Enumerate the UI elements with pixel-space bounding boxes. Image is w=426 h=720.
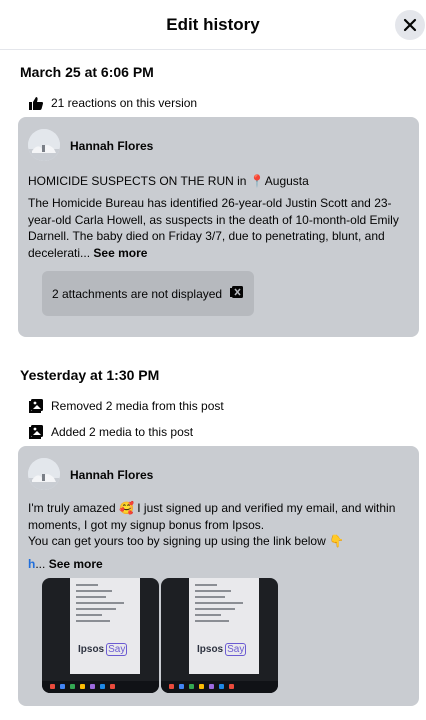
close-button[interactable] bbox=[395, 10, 425, 40]
reactions-row: 21 reactions on this version bbox=[28, 95, 197, 111]
post-link-row: h... See more bbox=[28, 556, 409, 573]
taskbar bbox=[161, 681, 278, 693]
see-more-link[interactable]: See more bbox=[49, 557, 103, 571]
post-body-line: I'm truly amazed 🥰 I just signed up and … bbox=[28, 501, 396, 532]
media-icon bbox=[28, 424, 44, 440]
avatar[interactable] bbox=[28, 458, 60, 490]
version-date: Yesterday at 1:30 PM bbox=[20, 367, 160, 383]
author-name[interactable]: Hannah Flores bbox=[70, 468, 153, 482]
author-name[interactable]: Hannah Flores bbox=[70, 139, 153, 153]
event-text: Added 2 media to this post bbox=[51, 425, 194, 439]
ellipsis: ... bbox=[35, 557, 46, 571]
ipsos-logo: Ipsos Say bbox=[78, 643, 128, 656]
dialog-header: Edit history bbox=[0, 0, 426, 50]
thumbs-up-icon bbox=[28, 95, 44, 111]
close-icon bbox=[403, 18, 417, 32]
taskbar bbox=[42, 681, 159, 693]
attachments-notice: 2 attachments are not displayed bbox=[42, 271, 254, 316]
post-headline: HOMICIDE SUSPECTS ON THE RUN in 📍Augusta bbox=[28, 173, 409, 190]
version-date: March 25 at 6:06 PM bbox=[20, 64, 154, 80]
headline-text: HOMICIDE SUSPECTS ON THE RUN in bbox=[28, 174, 247, 188]
post-body-line: You can get yours too by signing up usin… bbox=[28, 534, 345, 548]
post-card: Hannah Flores I'm truly amazed 🥰 I just … bbox=[18, 446, 419, 706]
dialog-title: Edit history bbox=[166, 15, 260, 34]
avatar[interactable] bbox=[28, 129, 60, 161]
reactions-text: 21 reactions on this version bbox=[51, 96, 198, 110]
attachments-text: 2 attachments are not displayed bbox=[52, 286, 223, 301]
headline-place: Augusta bbox=[264, 174, 309, 188]
document-photo bbox=[189, 578, 259, 674]
post-body: I'm truly amazed 🥰 I just signed up and … bbox=[28, 500, 409, 550]
media-icon bbox=[28, 398, 44, 414]
post-card: Hannah Flores HOMICIDE SUSPECTS ON THE R… bbox=[18, 117, 419, 337]
event-row: Added 2 media to this post bbox=[28, 424, 193, 440]
event-row: Removed 2 media from this post bbox=[28, 398, 224, 414]
hidden-media-icon bbox=[230, 285, 244, 299]
post-body-text: The Homicide Bureau has identified 26-ye… bbox=[28, 196, 399, 260]
location-pin-icon: 📍 bbox=[249, 174, 265, 188]
media-thumbnail[interactable]: Ipsos Say bbox=[161, 578, 278, 693]
see-more-link[interactable]: See more bbox=[93, 246, 147, 260]
media-thumbnail[interactable]: Ipsos Say bbox=[42, 578, 159, 693]
event-text: Removed 2 media from this post bbox=[51, 399, 224, 413]
ipsos-logo: Ipsos Say bbox=[197, 643, 247, 656]
post-body: The Homicide Bureau has identified 26-ye… bbox=[28, 195, 409, 261]
document-photo bbox=[70, 578, 140, 674]
